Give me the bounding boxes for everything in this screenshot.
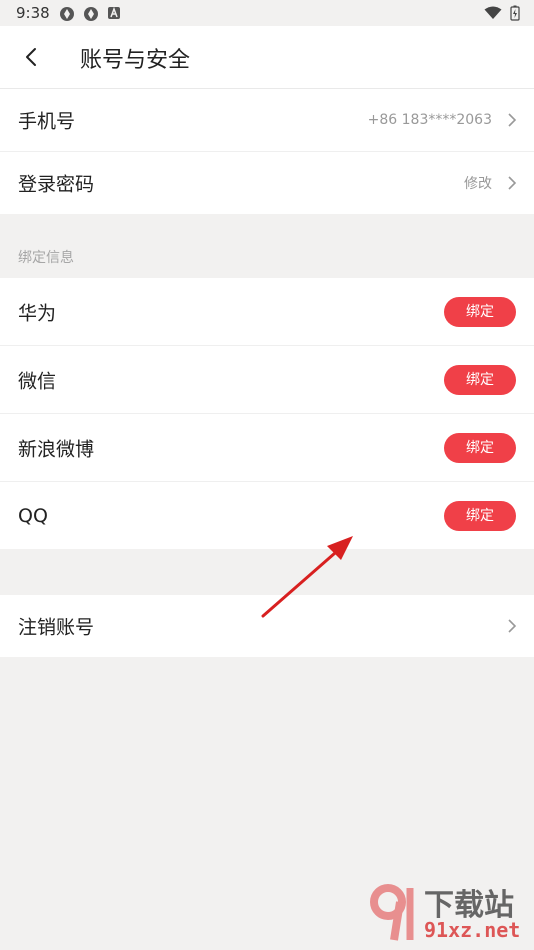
status-system-icons xyxy=(484,5,520,21)
chevron-right-icon xyxy=(508,176,517,190)
chevron-right-icon xyxy=(508,619,517,633)
status-notification-icons xyxy=(59,6,121,22)
binding-label: 华为 xyxy=(18,302,57,324)
binding-row-qq: QQ 绑定 xyxy=(0,482,534,549)
app-header: 账号与安全 xyxy=(0,26,534,89)
watermark-logo-icon xyxy=(370,884,414,941)
binding-section-header: 绑定信息 xyxy=(0,214,534,278)
battery-icon xyxy=(510,5,520,21)
page-title: 账号与安全 xyxy=(80,48,191,73)
cancel-account-label: 注销账号 xyxy=(18,616,95,639)
status-time: 9:38 xyxy=(16,4,50,22)
notification-icon xyxy=(84,7,98,21)
cancel-group: 注销账号 xyxy=(0,595,534,657)
app-notification-icon xyxy=(108,6,120,19)
binding-row-huawei: 华为 绑定 xyxy=(0,278,534,346)
password-value: 修改 xyxy=(464,176,492,192)
binding-group: 华为 绑定 微信 绑定 新浪微博 绑定 QQ 绑定 xyxy=(0,278,534,549)
binding-row-weibo: 新浪微博 绑定 xyxy=(0,414,534,482)
section-label: 绑定信息 xyxy=(18,250,74,266)
wifi-icon xyxy=(484,6,502,19)
phone-value: +86 183****2063 xyxy=(367,112,492,128)
back-icon[interactable] xyxy=(20,46,42,68)
account-group: 手机号 +86 183****2063 登录密码 修改 xyxy=(0,89,534,214)
phone-row[interactable]: 手机号 +86 183****2063 xyxy=(0,89,534,152)
bind-huawei-button[interactable]: 绑定 xyxy=(444,296,516,327)
binding-row-wechat: 微信 绑定 xyxy=(0,346,534,414)
binding-label: 微信 xyxy=(18,370,57,392)
password-row[interactable]: 登录密码 修改 xyxy=(0,152,534,214)
cancel-account-row[interactable]: 注销账号 xyxy=(0,595,534,657)
phone-label: 手机号 xyxy=(18,110,76,133)
watermark: 下载站 91xz.net xyxy=(366,880,526,944)
bind-weibo-button[interactable]: 绑定 xyxy=(444,432,516,463)
bind-qq-button[interactable]: 绑定 xyxy=(444,500,516,531)
binding-label: QQ xyxy=(18,504,48,527)
notification-icon xyxy=(60,7,74,21)
chevron-right-icon xyxy=(508,113,517,127)
password-label: 登录密码 xyxy=(18,173,95,196)
binding-label: 新浪微博 xyxy=(18,438,95,460)
status-bar: 9:38 xyxy=(0,0,534,26)
watermark-site: 91xz.net xyxy=(424,918,521,942)
bind-wechat-button[interactable]: 绑定 xyxy=(444,364,516,395)
